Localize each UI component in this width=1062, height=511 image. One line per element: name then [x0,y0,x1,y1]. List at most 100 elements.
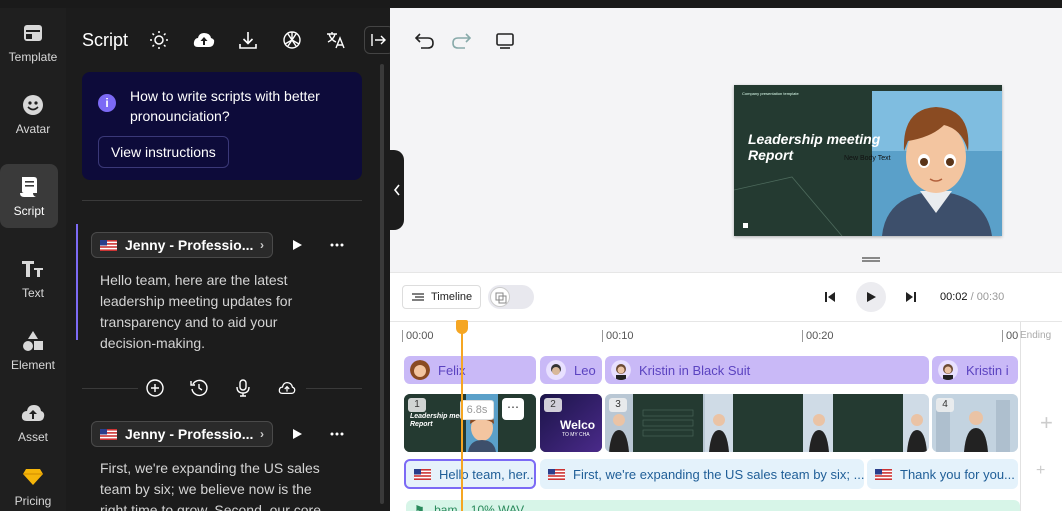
voice-selector[interactable]: Jenny - Professio... › [91,232,273,258]
add-script-icon[interactable]: + [1036,462,1045,480]
time-display: 00:02 / 00:30 [940,291,1004,303]
avatar-segment[interactable]: Kristin i [932,356,1018,384]
avatar-cartoon-image [872,91,1002,236]
slide-body-text: New Body Text [844,155,891,162]
divider [82,200,362,201]
app-root: Template Avatar Script Text Element Asse… [0,0,1062,511]
script-text[interactable]: First, we're expanding the US sales team… [100,458,330,511]
scene-duration[interactable]: 6.8s [460,400,494,420]
music-icon: ⚑ [414,503,425,511]
play-icon[interactable] [288,236,306,254]
panel-resize-handle[interactable] [862,257,880,262]
us-flag-icon [875,468,892,480]
script-panel: Script i How to write scripts with bette… [66,8,390,511]
rail-label: Pricing [14,493,52,508]
play-button[interactable] [856,282,886,312]
tip-box: i How to write scripts with better prono… [82,72,362,180]
voice-name: Jenny - Professio... [125,237,254,253]
cloud-upload-icon[interactable] [193,29,215,51]
rail-item-script[interactable]: Script [0,164,58,228]
microphone-icon[interactable] [234,379,252,397]
ending-label: Ending [1020,330,1052,341]
svg-text:Report: Report [410,421,433,428]
more-options-icon[interactable] [328,236,346,254]
slide-preview[interactable]: Company presentation template 11/2023 Le… [734,85,1002,236]
playhead[interactable] [461,324,463,511]
rail-label: Asset [17,429,48,444]
tip-text: How to write scripts with better pronoun… [130,88,320,124]
rail-label: Element [10,357,56,372]
template-icon [21,21,45,45]
slide-marker [743,223,748,228]
play-icon[interactable] [288,425,306,443]
skip-back-icon[interactable] [818,285,842,309]
asset-icon [21,401,45,425]
script-icon [17,175,41,199]
add-block-icon[interactable] [146,379,164,397]
panel-title: Script [82,30,129,50]
chevron-left-icon [393,184,400,196]
text-icon [21,257,45,281]
script-text[interactable]: Hello team, here are the latest leadersh… [100,270,330,354]
scene-more-icon[interactable]: ⋯ [502,398,524,420]
svg-text:TO MY CHA: TO MY CHA [562,432,590,438]
divider [306,388,362,389]
openai-icon[interactable] [281,29,303,51]
scene-clip[interactable]: Leadership meeting Report 1 6.8s ⋯ [404,394,536,452]
lightbulb-icon[interactable] [148,29,170,51]
avatar-thumbnail [938,360,958,380]
rail-item-asset[interactable]: Asset [0,390,66,454]
left-rail: Template Avatar Script Text Element Asse… [0,8,66,511]
script-segment[interactable]: First, we're expanding the US sales team… [540,459,864,489]
scene-clip[interactable]: Welco TO MY CHA 2 [540,394,602,452]
download-icon[interactable] [237,29,259,51]
scene-number: 4 [936,398,954,412]
translate-icon[interactable] [325,29,347,51]
upload-audio-icon[interactable] [278,379,296,397]
rail-item-template[interactable]: Template [0,10,66,74]
rail-item-text[interactable]: Text [0,246,66,310]
toggle-knob [490,287,510,307]
playhead-handle[interactable] [456,320,468,334]
ruler-label: 00:10 [606,330,634,342]
ruler-tick [1002,330,1003,342]
chevron-right-icon: › [260,238,264,252]
redo-icon[interactable] [450,30,472,52]
aspect-ratio-icon[interactable] [494,30,516,52]
expand-panel-handle[interactable] [390,150,404,230]
script-segment[interactable]: Hello team, her... [404,459,536,489]
rail-item-element[interactable]: Element [0,318,66,382]
music-label: bam... 10% WAV [434,503,525,511]
avatar-icon [21,93,45,117]
voice-selector[interactable]: Jenny - Professio... › [91,421,273,447]
rail-item-pricing[interactable]: Pricing [0,454,66,511]
more-options-icon[interactable] [328,425,346,443]
panel-scrollbar[interactable] [380,64,384,504]
layer-toggle[interactable] [488,285,534,309]
ruler-tick [802,330,803,342]
view-instructions-button[interactable]: View instructions [98,136,229,168]
add-scene-icon[interactable]: + [1040,410,1053,436]
avatar-thumbnail [546,360,566,380]
music-track[interactable]: ⚑ bam... 10% WAV [406,500,1020,511]
timeline-button[interactable]: Timeline [402,285,482,309]
pause-timer-icon[interactable] [190,379,208,397]
scene-clip[interactable]: 3 [605,394,929,452]
skip-forward-icon[interactable] [899,285,923,309]
scene-number: 3 [609,398,627,412]
us-flag-icon [100,239,117,251]
total-time: / 00:30 [970,291,1005,303]
undo-icon[interactable] [414,30,436,52]
avatar-segment[interactable]: Leo [540,356,602,384]
rail-label: Script [13,203,45,218]
rail-label: Template [8,49,58,64]
script-segment[interactable]: Thank you for you... [867,459,1018,489]
avatar-segment[interactable]: Kristin in Black Suit [605,356,929,384]
current-time: 00:02 [940,291,968,303]
avatar-segment[interactable]: Felix [404,356,536,384]
divider [82,388,138,389]
scene-clip[interactable]: 4 [932,394,1018,452]
rail-item-avatar[interactable]: Avatar [0,82,66,146]
collapse-panel-button[interactable] [364,26,390,54]
scene-number: 1 [408,398,426,412]
